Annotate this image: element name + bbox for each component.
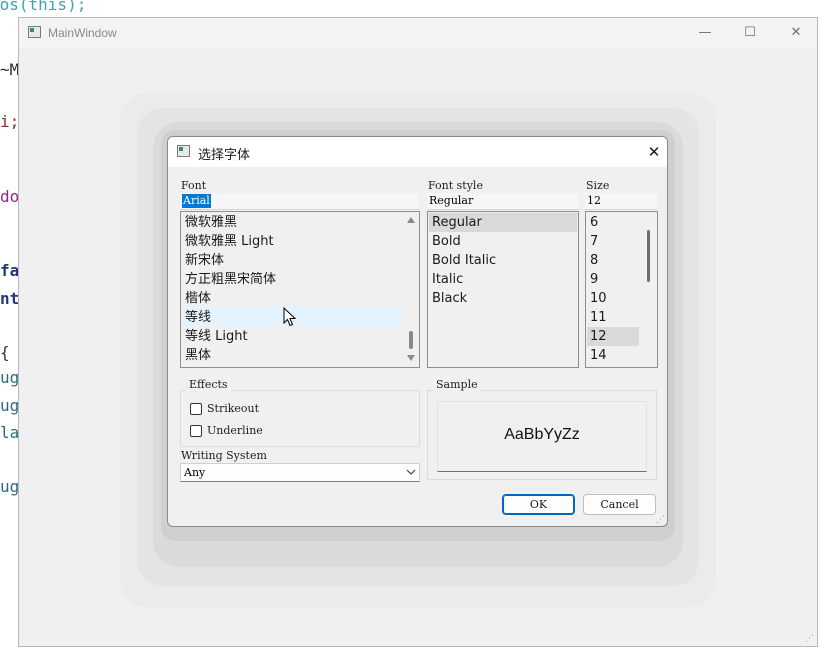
font-name-input[interactable]: Arial xyxy=(180,193,419,210)
font-dialog: 选择字体 ✕ Font Arial 微软雅黑 微软雅黑 Light 新宋体 方正… xyxy=(167,136,668,527)
sample-group-title: Sample xyxy=(433,378,481,391)
size-item[interactable]: 7 xyxy=(590,232,598,251)
code-line: do xyxy=(0,187,20,206)
sample-text: AaBbYyZz xyxy=(504,426,580,443)
code-line: i; xyxy=(0,112,20,131)
size-item[interactable]: 10 xyxy=(590,289,607,308)
size-item[interactable]: 14 xyxy=(590,346,607,365)
size-item[interactable]: 8 xyxy=(590,251,598,270)
strikeout-checkbox[interactable] xyxy=(190,403,202,415)
dialog-app-icon xyxy=(177,145,190,157)
font-list-item[interactable]: 微软雅黑 Light xyxy=(185,232,274,251)
effects-group xyxy=(180,390,420,447)
ok-button[interactable]: OK xyxy=(502,494,575,515)
chevron-down-icon xyxy=(406,469,416,475)
scroll-up-arrow-icon[interactable] xyxy=(407,217,415,223)
main-window-titlebar[interactable]: MainWindow — ☐ ✕ xyxy=(19,18,817,48)
size-item[interactable]: 11 xyxy=(590,308,607,327)
font-list-item[interactable]: 楷体 xyxy=(185,289,211,308)
font-list-item[interactable]: 新宋体 xyxy=(185,251,224,270)
size-input[interactable]: 12 xyxy=(585,193,657,210)
dialog-resize-grip-icon[interactable]: ⋰ xyxy=(656,515,666,525)
size-label: Size xyxy=(586,179,610,192)
code-line: ug xyxy=(0,368,20,387)
code-line: nt xyxy=(0,289,20,308)
underline-checkbox[interactable] xyxy=(190,425,202,437)
font-style-input[interactable]: Regular xyxy=(427,193,579,210)
scrollbar-thumb[interactable] xyxy=(409,331,413,349)
minimize-button[interactable]: — xyxy=(695,24,715,42)
font-style-list[interactable]: Regular Bold Bold Italic Italic Black xyxy=(427,211,579,368)
size-item[interactable]: 12 xyxy=(590,327,607,346)
font-list-item[interactable]: 等线 xyxy=(185,308,211,327)
writing-system-label: Writing System xyxy=(181,449,267,462)
font-dialog-title: 选择字体 xyxy=(198,148,251,163)
font-style-value: Regular xyxy=(429,194,474,207)
font-list-item[interactable]: 黑体 xyxy=(185,346,211,365)
cancel-button[interactable]: Cancel xyxy=(583,494,656,515)
mouse-cursor-icon xyxy=(283,307,297,327)
font-list-scrollbar[interactable] xyxy=(404,212,419,367)
resize-grip-icon[interactable]: ⋰ xyxy=(805,634,815,644)
font-style-item[interactable]: Bold Italic xyxy=(432,251,496,270)
writing-system-select[interactable]: Any xyxy=(180,463,420,482)
font-list-item[interactable]: 等线 Light xyxy=(185,327,248,346)
size-value: 12 xyxy=(587,194,601,207)
font-style-item[interactable]: Black xyxy=(432,289,467,308)
font-list[interactable]: 微软雅黑 微软雅黑 Light 新宋体 方正粗黑宋简体 楷体 等线 等线 Lig… xyxy=(180,211,420,368)
effects-group-title: Effects xyxy=(186,378,231,391)
font-style-item[interactable]: Bold xyxy=(432,232,461,251)
writing-system-value: Any xyxy=(184,466,206,479)
app-icon xyxy=(28,26,41,38)
underline-label[interactable]: Underline xyxy=(207,424,263,437)
font-style-label: Font style xyxy=(428,179,483,192)
code-line: ~M xyxy=(0,60,20,79)
size-list-scrollbar-thumb[interactable] xyxy=(647,230,650,282)
scroll-down-arrow-icon[interactable] xyxy=(407,355,415,361)
font-list-item[interactable]: 微软雅黑 xyxy=(185,213,237,232)
size-item[interactable]: 9 xyxy=(590,270,598,289)
code-line: la xyxy=(0,423,20,442)
font-list-item[interactable]: 方正粗黑宋简体 xyxy=(185,270,276,289)
font-label: Font xyxy=(181,179,207,192)
font-style-item[interactable]: Italic xyxy=(432,270,463,289)
size-list[interactable]: 6 7 8 9 10 11 12 14 xyxy=(585,211,658,368)
code-line: ug xyxy=(0,477,20,496)
code-line: ug xyxy=(0,396,20,415)
strikeout-label[interactable]: Strikeout xyxy=(207,402,259,415)
font-dialog-titlebar[interactable]: 选择字体 ✕ xyxy=(168,137,667,167)
sample-preview: AaBbYyZz xyxy=(437,401,647,472)
main-window-title: MainWindow xyxy=(48,26,117,40)
dialog-close-button[interactable]: ✕ xyxy=(644,142,664,162)
font-name-value: Arial xyxy=(182,194,211,208)
maximize-button[interactable]: ☐ xyxy=(740,24,760,42)
close-button[interactable]: ✕ xyxy=(786,24,806,42)
size-item[interactable]: 6 xyxy=(590,213,598,232)
code-line: pos(this); xyxy=(0,0,87,14)
code-line: fa xyxy=(0,261,20,280)
code-line: { xyxy=(0,343,10,362)
font-style-item[interactable]: Regular xyxy=(432,213,482,232)
